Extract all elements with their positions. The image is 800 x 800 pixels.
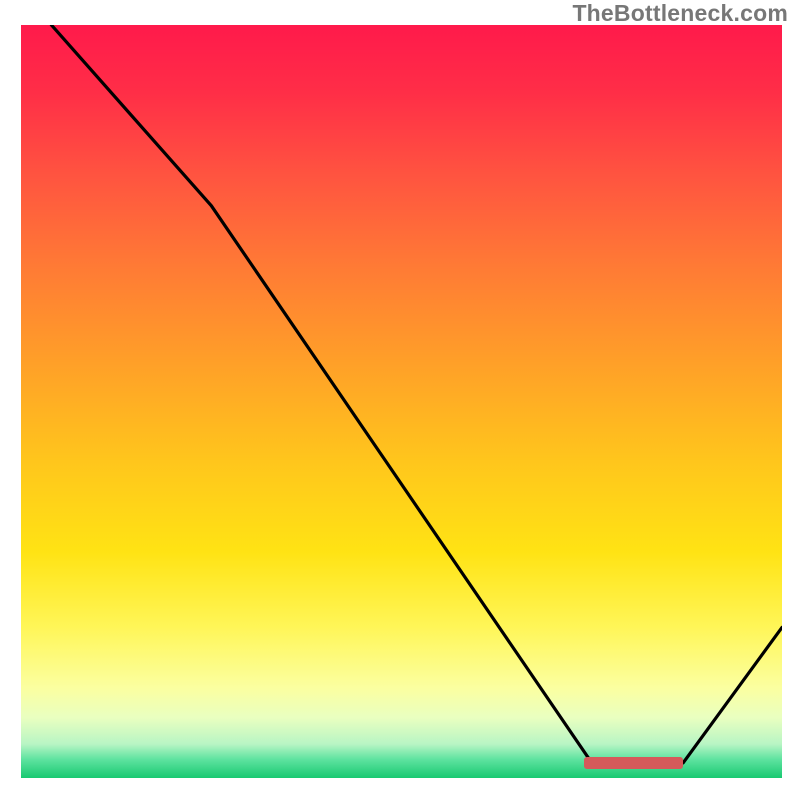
chart-container: TheBottleneck.com — [0, 0, 800, 800]
chart-svg — [21, 25, 782, 778]
watermark-text: TheBottleneck.com — [572, 0, 788, 27]
minimum-band-marker — [584, 757, 683, 769]
plot-area — [21, 25, 782, 778]
gradient-background — [21, 25, 782, 778]
